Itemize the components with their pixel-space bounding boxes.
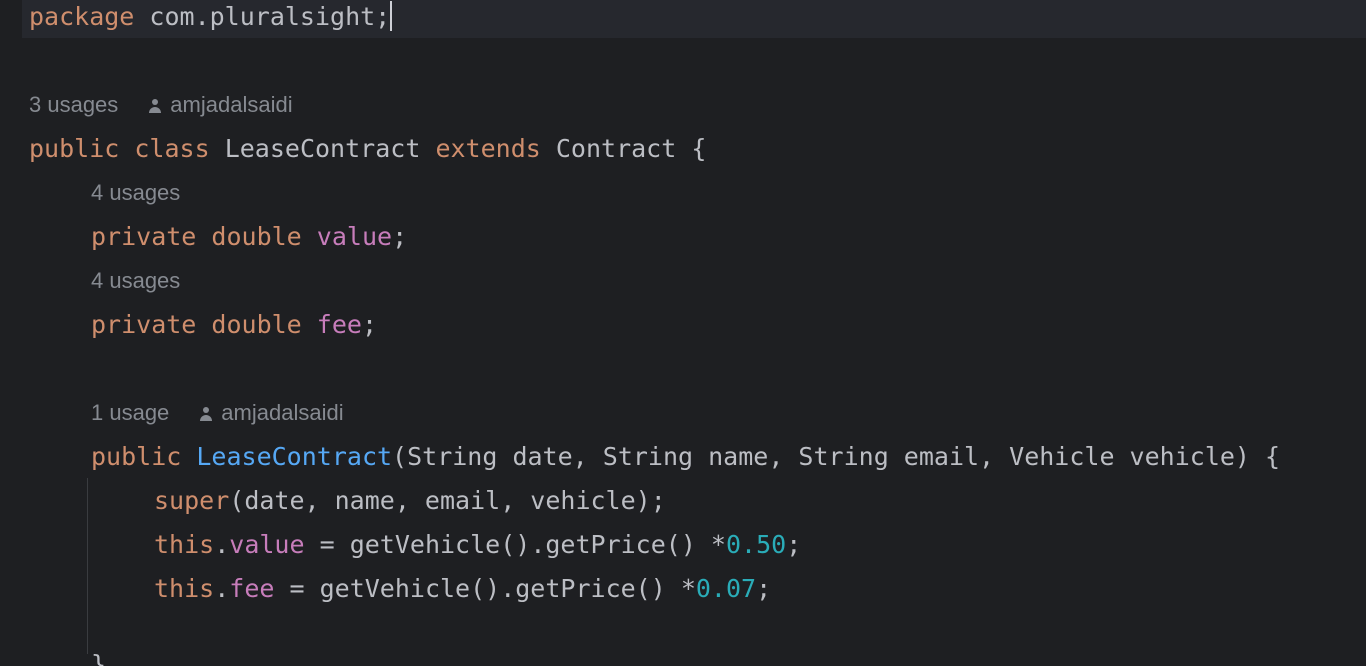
constructor-params: (String date, String name, String email,… (392, 442, 1281, 471)
usages-hint[interactable]: 4 usages (91, 268, 180, 293)
field1-inlay-hint[interactable]: 4 usages (91, 178, 180, 208)
class-name: LeaseContract (224, 134, 421, 163)
semicolon: ; (361, 310, 378, 339)
code-line-field-value[interactable]: private double value; (91, 220, 407, 264)
constructor-name: LeaseContract (196, 442, 393, 471)
package-keyword: package (29, 2, 135, 31)
assign-expression: = getVehicle().getPrice() * (304, 530, 726, 559)
field2-inlay-hint[interactable]: 4 usages (91, 266, 180, 296)
semicolon: ; (392, 222, 408, 251)
dot: . (214, 530, 230, 559)
class-inlay-hint[interactable]: 3 usages amjadalsaidi (29, 90, 293, 120)
usages-hint[interactable]: 4 usages (91, 180, 180, 205)
field-ref: fee (229, 574, 275, 603)
code-editor[interactable]: package com.pluralsight; 3 usages amjadal… (0, 0, 1366, 666)
usages-hint[interactable]: 1 usage (91, 400, 169, 425)
semicolon: ; (786, 530, 802, 559)
code-line-package[interactable]: package com.pluralsight; (29, 0, 393, 44)
author-name: amjadalsaidi (170, 92, 293, 117)
number-literal: 0.50 (725, 530, 787, 559)
text-caret (390, 1, 393, 31)
private-keyword: private (91, 222, 197, 251)
semicolon: ; (756, 574, 772, 603)
field-name: fee (316, 310, 362, 339)
public-keyword: public (91, 442, 182, 471)
indent-guide (87, 478, 88, 654)
usages-hint[interactable]: 3 usages (29, 92, 118, 117)
author-hint[interactable]: amjadalsaidi (148, 92, 293, 117)
this-keyword: this (154, 530, 215, 559)
package-name: com.pluralsight; (134, 2, 391, 31)
this-keyword: this (154, 574, 215, 603)
type-keyword: double (211, 310, 302, 339)
extends-keyword: extends (435, 134, 541, 163)
author-hint[interactable]: amjadalsaidi (199, 400, 344, 425)
person-icon (199, 407, 213, 421)
code-line-super[interactable]: super(date, name, email, vehicle); (154, 484, 666, 528)
parent-class: Contract { (555, 134, 707, 163)
code-line-constructor[interactable]: public LeaseContract(String date, String… (91, 440, 1280, 484)
code-line-assign-fee[interactable]: this.fee = getVehicle().getPrice() *0.07… (154, 572, 771, 616)
super-args: (date, name, email, vehicle); (229, 486, 666, 515)
type-keyword: double (211, 222, 302, 251)
assign-expression: = getVehicle().getPrice() * (274, 574, 696, 603)
super-keyword: super (154, 486, 230, 515)
class-keyword: class (134, 134, 210, 163)
author-name: amjadalsaidi (221, 400, 344, 425)
code-line-class[interactable]: public class LeaseContract extends Contr… (29, 132, 706, 176)
code-line-assign-value[interactable]: this.value = getVehicle().getPrice() *0.… (154, 528, 801, 572)
closing-brace: } (91, 650, 107, 666)
private-keyword: private (91, 310, 197, 339)
public-keyword: public (29, 134, 120, 163)
ctor-inlay-hint[interactable]: 1 usage amjadalsaidi (91, 398, 344, 428)
code-line-closing-brace[interactable]: } (91, 648, 106, 666)
number-literal: 0.07 (695, 574, 757, 603)
person-icon (148, 99, 162, 113)
field-name: value (316, 222, 393, 251)
dot: . (214, 574, 230, 603)
field-ref: value (229, 530, 305, 559)
code-line-field-fee[interactable]: private double fee; (91, 308, 377, 352)
